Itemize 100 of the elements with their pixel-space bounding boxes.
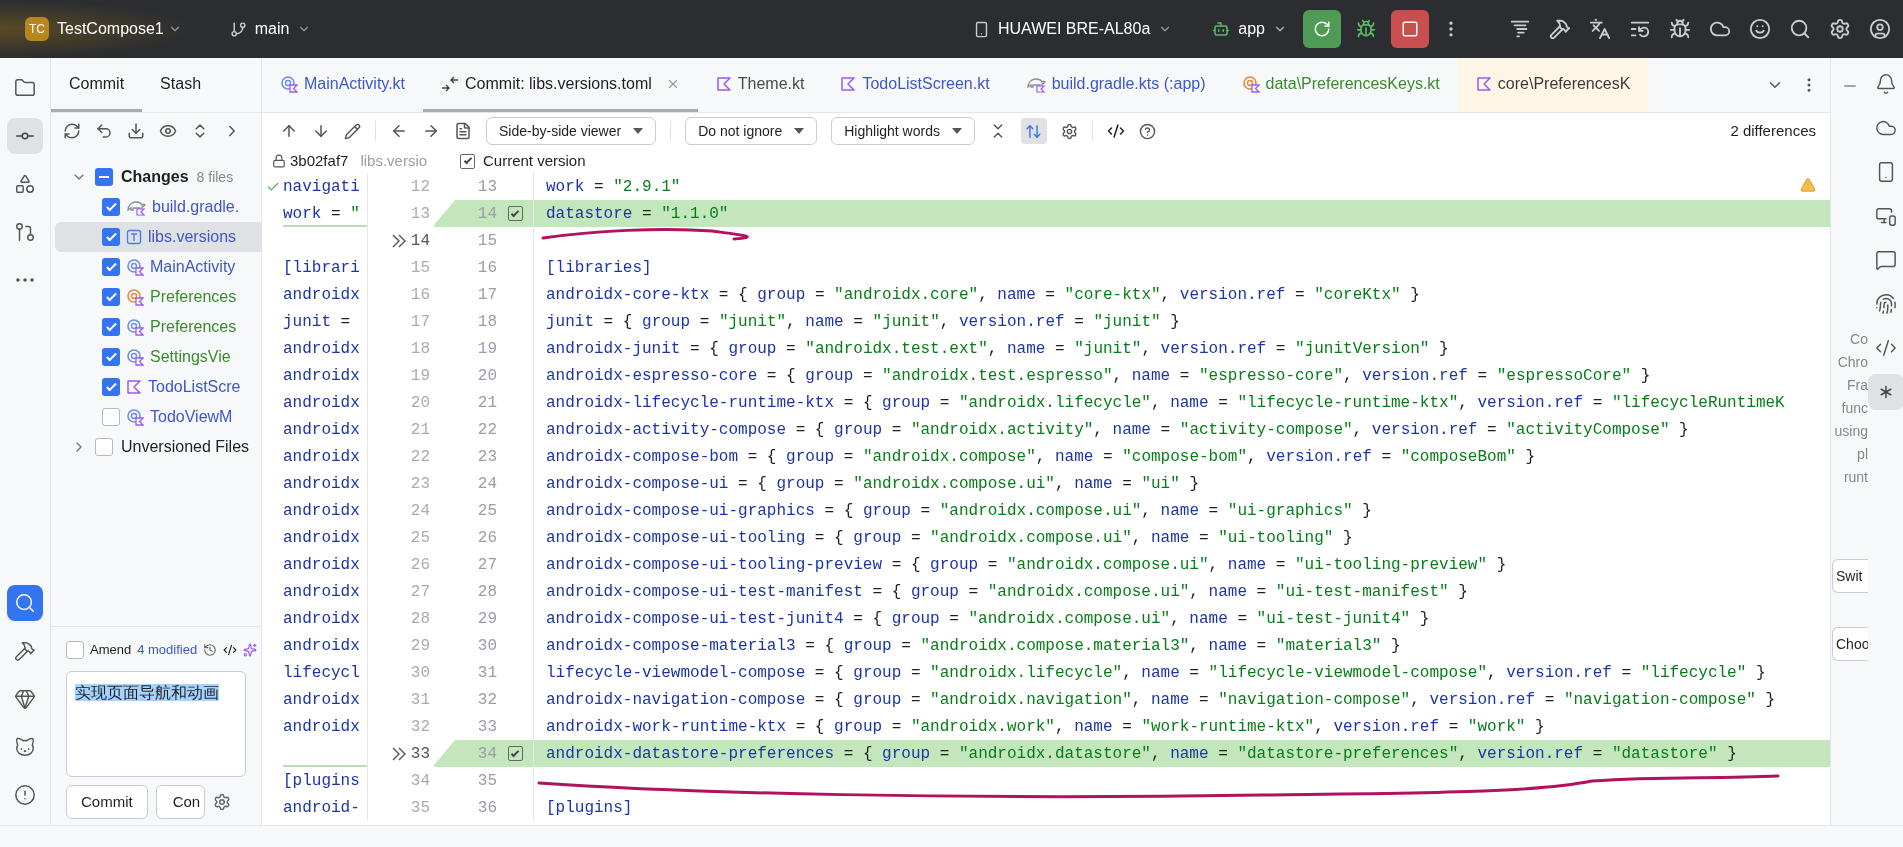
file-checkbox[interactable]: [102, 408, 120, 426]
panel-text: Fra: [1847, 376, 1868, 395]
help-icon[interactable]: [1138, 122, 1156, 140]
document-icon[interactable]: [454, 122, 472, 140]
apply-checkbox[interactable]: [507, 206, 523, 221]
kotlin-file-icon: [715, 75, 732, 92]
project-badge: TC: [25, 17, 49, 41]
file-name[interactable]: build.gradle.: [152, 195, 240, 219]
code-line: androidx-espresso-core = { group = "androidx.test.espresso", name = "espresso-core", version.ref = "espressoCore" }: [546, 367, 1651, 385]
line-number: 19: [477, 340, 497, 358]
history-icon[interactable]: [203, 643, 218, 657]
project-menu[interactable]: TestCompose1: [57, 17, 182, 41]
editor-tab[interactable]: data\PreferencesKeys.kt: [1223, 58, 1458, 112]
kotlin-file-icon: [126, 379, 142, 395]
code-line: androidx: [283, 392, 360, 414]
code-line: androidx: [283, 527, 360, 549]
editor-tab[interactable]: MainActivity.kt: [262, 58, 424, 112]
code-line: androidx: [283, 338, 360, 360]
code-line: androidx: [283, 716, 360, 738]
refresh-icon[interactable]: [63, 122, 81, 140]
viewer-dropdown[interactable]: Side-by-side viewer: [486, 117, 657, 145]
editor-tab[interactable]: build.gradle.kts (:app): [1007, 58, 1224, 112]
file-checkbox[interactable]: [102, 258, 120, 276]
settings-icon[interactable]: [1060, 122, 1078, 140]
file-checkbox[interactable]: [102, 228, 120, 246]
file-name[interactable]: TodoViewM: [150, 405, 233, 429]
ignore-dropdown[interactable]: Do not ignore: [685, 117, 818, 145]
file-checkbox[interactable]: [102, 198, 120, 216]
panel-tab[interactable]: Stash: [142, 58, 220, 112]
line-number: 18: [477, 313, 497, 331]
hammer-icon[interactable]: [1549, 18, 1571, 40]
file-name[interactable]: TodoListScre: [148, 375, 241, 399]
file-name[interactable]: MainActivity: [150, 255, 236, 279]
commit-button[interactable]: [7, 118, 43, 154]
user-icon[interactable]: [1869, 18, 1891, 40]
rerun-button[interactable]: [1303, 10, 1341, 48]
file-name[interactable]: libs.versions: [148, 225, 237, 249]
line-number: 31: [410, 689, 430, 711]
branch-menu[interactable]: main: [229, 17, 312, 41]
translate-icon[interactable]: [1589, 18, 1611, 40]
apply-checkbox[interactable]: [507, 746, 523, 761]
folder-icon: [14, 77, 36, 99]
file-checkbox[interactable]: [102, 288, 120, 306]
dropdown-arrow-icon: [951, 128, 962, 134]
asterisk-button[interactable]: [1867, 374, 1903, 410]
panel-text: Co: [1850, 330, 1868, 349]
arrow-right-icon[interactable]: [422, 122, 440, 140]
eye-icon[interactable]: [159, 122, 177, 140]
code-line: work = "2.9.1": [546, 178, 681, 196]
line-number: 17: [477, 286, 497, 304]
commit-button[interactable]: Con: [155, 785, 206, 819]
commit-button[interactable]: Commit: [66, 785, 148, 819]
double-chevron-icon[interactable]: [390, 233, 407, 248]
highlight-dropdown[interactable]: Highlight words: [831, 117, 975, 145]
file-name[interactable]: Preferences: [150, 315, 237, 339]
file-checkbox[interactable]: [102, 318, 120, 336]
device-menu[interactable]: HUAWEI BRE-AL80a: [972, 17, 1173, 41]
search-button[interactable]: [7, 585, 43, 621]
code-line: androidx: [283, 554, 360, 576]
download-icon[interactable]: [127, 122, 145, 140]
settings-icon[interactable]: [1829, 18, 1851, 40]
group-label[interactable]: Changes: [121, 165, 189, 189]
code-icon[interactable]: [1106, 122, 1125, 140]
settings-icon[interactable]: [213, 793, 232, 811]
cat-icon: [14, 736, 36, 758]
file-checkbox[interactable]: [102, 348, 120, 366]
bug-icon[interactable]: [1669, 18, 1691, 40]
group-checkbox[interactable]: [95, 168, 113, 186]
code-line: [plugins]: [546, 799, 633, 817]
line-number: 24: [410, 500, 430, 522]
code-line: navigati: [283, 176, 360, 198]
panel-button[interactable]: Choo: [1832, 627, 1868, 661]
sync-scroll-toggle[interactable]: [1020, 118, 1047, 144]
smiley-icon[interactable]: [1749, 18, 1771, 40]
undo-icon[interactable]: [95, 122, 113, 140]
editor-tab[interactable]: core\PreferencesK: [1457, 58, 1649, 112]
arrow-down-icon[interactable]: [312, 122, 330, 140]
selected-row[interactable]: libs.versions: [55, 222, 261, 252]
editor-tab[interactable]: TodoListScreen.kt: [822, 58, 1008, 112]
stop-button[interactable]: [1391, 10, 1429, 48]
file-checkbox[interactable]: [102, 378, 120, 396]
code-icon[interactable]: [223, 643, 238, 657]
file-name[interactable]: Preferences: [150, 285, 237, 309]
panel-button[interactable]: Swit: [1832, 559, 1868, 593]
amend-label[interactable]: Amend: [90, 640, 132, 660]
editor-tab[interactable]: Theme.kt: [697, 58, 823, 112]
group-checkbox[interactable]: [95, 438, 113, 456]
search-icon[interactable]: [1789, 18, 1811, 40]
line-number: 14: [410, 230, 430, 252]
version-checkbox[interactable]: [460, 153, 475, 169]
panel-tab[interactable]: Commit: [51, 58, 143, 112]
group-label[interactable]: Unversioned Files: [121, 435, 250, 459]
version-label[interactable]: Current version: [483, 149, 586, 173]
run-config-menu[interactable]: app: [1212, 17, 1287, 41]
commit-message-field[interactable]: 实现页面导航和动画: [66, 671, 246, 777]
double-chevron-icon[interactable]: [390, 746, 407, 761]
amend-checkbox[interactable]: [66, 641, 84, 659]
file-name[interactable]: SettingsVie: [150, 345, 231, 369]
pencil-icon[interactable]: [344, 122, 361, 140]
sparkle-icon[interactable]: [243, 643, 258, 657]
